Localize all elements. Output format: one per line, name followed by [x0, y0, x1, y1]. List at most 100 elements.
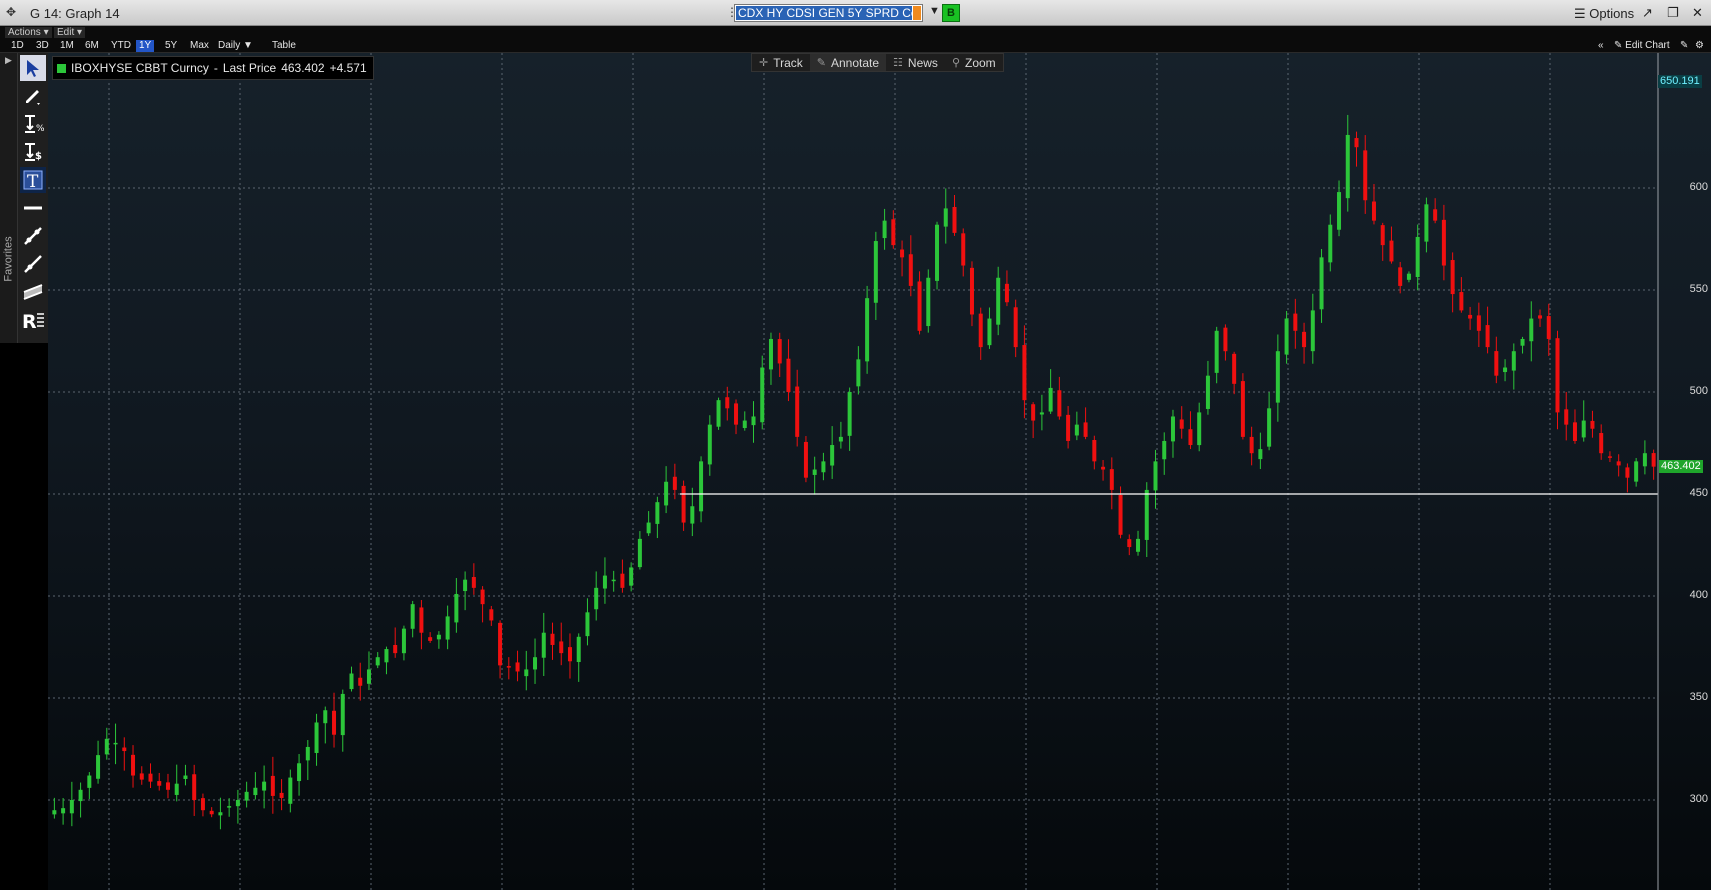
- candle-body: [707, 424, 712, 465]
- security-input[interactable]: CDX HY CDSI GEN 5Y SPRD Corp: [734, 4, 923, 22]
- pointer-tool[interactable]: [20, 55, 46, 81]
- move-icon[interactable]: ✥: [6, 5, 16, 19]
- text-icon: T: [23, 170, 43, 191]
- horizontal-line-icon: [24, 206, 42, 210]
- percent-measure-tool[interactable]: %: [20, 111, 46, 137]
- candle-body: [664, 481, 669, 506]
- range-1y[interactable]: 1Y: [136, 40, 155, 52]
- candle-body: [996, 277, 1001, 325]
- candle-body: [1083, 422, 1088, 437]
- zoom-button[interactable]: ⚲ Zoom: [945, 54, 1003, 71]
- candle-body: [1214, 330, 1219, 373]
- edit-menu[interactable]: Edit ▾: [54, 27, 86, 38]
- candle-body: [131, 754, 136, 776]
- candlestick-chart[interactable]: [48, 53, 1711, 890]
- range-6m[interactable]: 6M: [82, 40, 102, 52]
- frequency-dropdown[interactable]: Daily ▼: [215, 40, 256, 52]
- candle-body: [489, 609, 494, 621]
- candle-body: [1555, 338, 1560, 413]
- candle-body: [1293, 313, 1298, 331]
- expand-arrow-icon[interactable]: ▶: [5, 55, 12, 66]
- price-axis[interactable]: 300 350 400 450 500 550 600 650.191 463.402: [1656, 53, 1711, 890]
- security-status-badge[interactable]: B: [942, 4, 960, 22]
- candle-body: [1538, 315, 1543, 319]
- range-max[interactable]: Max: [187, 40, 212, 52]
- edit-chart-button[interactable]: ✎ Edit Chart: [1614, 40, 1670, 51]
- retracement-tool[interactable]: R: [20, 307, 46, 333]
- candle-body: [1267, 408, 1272, 447]
- range-3d[interactable]: 3D: [33, 40, 52, 52]
- candle-body: [463, 579, 468, 592]
- candle-body: [1406, 273, 1411, 280]
- candle-body: [1022, 345, 1027, 401]
- candle-body: [847, 392, 852, 436]
- range-5y[interactable]: 5Y: [162, 40, 180, 52]
- candle-body: [734, 403, 739, 425]
- candle-body: [480, 589, 485, 605]
- candle-body: [384, 649, 389, 663]
- chart-area[interactable]: [48, 53, 1711, 890]
- range-ytd[interactable]: YTD: [108, 40, 134, 52]
- candle-body: [1441, 219, 1446, 266]
- news-button[interactable]: ☷ News: [886, 54, 945, 71]
- candle-body: [1232, 353, 1237, 384]
- pen-tool[interactable]: [20, 83, 46, 109]
- candle-body: [803, 441, 808, 478]
- chevron-down-icon: ▼: [243, 40, 253, 51]
- options-menu-button[interactable]: ☰ Options: [1574, 6, 1634, 22]
- candle-body: [436, 634, 441, 640]
- candle-body: [699, 461, 704, 512]
- favorites-tab[interactable]: Favorites: [3, 236, 15, 281]
- candle-body: [401, 628, 406, 654]
- track-button[interactable]: ✛ Track: [752, 54, 810, 71]
- table-view-button[interactable]: Table: [269, 40, 299, 52]
- candle-body: [1249, 436, 1254, 454]
- edit-icon[interactable]: ✎: [1680, 40, 1688, 51]
- channel-tool[interactable]: [20, 279, 46, 305]
- close-icon[interactable]: ✕: [1692, 5, 1703, 21]
- candle-body: [1302, 331, 1307, 348]
- gear-icon[interactable]: ⚙: [1695, 40, 1704, 51]
- dollar-measure-icon: $: [25, 143, 42, 162]
- last-price-tag: 463.402: [1659, 459, 1703, 473]
- candle-body: [1607, 456, 1612, 458]
- candle-body: [113, 742, 118, 745]
- svg-text:%: %: [36, 124, 44, 134]
- candle-body: [78, 789, 83, 802]
- candle-body: [87, 775, 92, 788]
- candle-body: [366, 669, 371, 684]
- annotate-button[interactable]: ✎ Annotate: [809, 54, 887, 71]
- price-measure-tool[interactable]: $: [20, 139, 46, 165]
- candle-body: [1546, 316, 1551, 339]
- candle-body: [183, 775, 188, 779]
- axis-tick-label: 300: [1689, 793, 1708, 805]
- collapse-left-icon[interactable]: «: [1598, 40, 1604, 51]
- ray-line-icon: [24, 255, 42, 273]
- chevron-down-icon[interactable]: ▼: [929, 5, 940, 17]
- candle-body: [1004, 283, 1009, 303]
- percent-measure-icon: %: [25, 115, 44, 134]
- candle-body: [611, 579, 616, 582]
- window-title-bar: ✥ G 14: Graph 14 ⋮ CDX HY CDSI GEN 5Y SP…: [0, 0, 1711, 26]
- legend-change: +4.571: [329, 61, 367, 75]
- candle-body: [506, 666, 511, 668]
- candle-body: [1564, 409, 1569, 425]
- legend-ticker: IBOXHYSE CBBT Curncy: [71, 61, 209, 75]
- range-1d[interactable]: 1D: [8, 40, 27, 52]
- legend[interactable]: IBOXHYSE CBBT Curncy - Last Price 463.40…: [52, 56, 374, 80]
- popout-icon[interactable]: ↗: [1642, 5, 1653, 21]
- candle-body: [1476, 315, 1481, 331]
- trend-line-tool[interactable]: [20, 223, 46, 249]
- range-1m[interactable]: 1M: [57, 40, 77, 52]
- actions-menu[interactable]: Actions ▾: [5, 27, 52, 38]
- magnifier-icon: ⚲: [951, 57, 960, 69]
- ray-line-tool[interactable]: [20, 251, 46, 277]
- chart-interaction-tools: ✛ Track ✎ Annotate ☷ News ⚲ Zoom: [751, 53, 1004, 72]
- candle-body: [602, 575, 607, 589]
- candle-body: [716, 400, 721, 427]
- axis-tick-label: 450: [1689, 487, 1708, 499]
- restore-icon[interactable]: ❐: [1667, 5, 1679, 21]
- text-tool[interactable]: T: [20, 167, 46, 193]
- horizontal-line-tool[interactable]: [20, 195, 46, 221]
- candle-body: [1275, 351, 1280, 403]
